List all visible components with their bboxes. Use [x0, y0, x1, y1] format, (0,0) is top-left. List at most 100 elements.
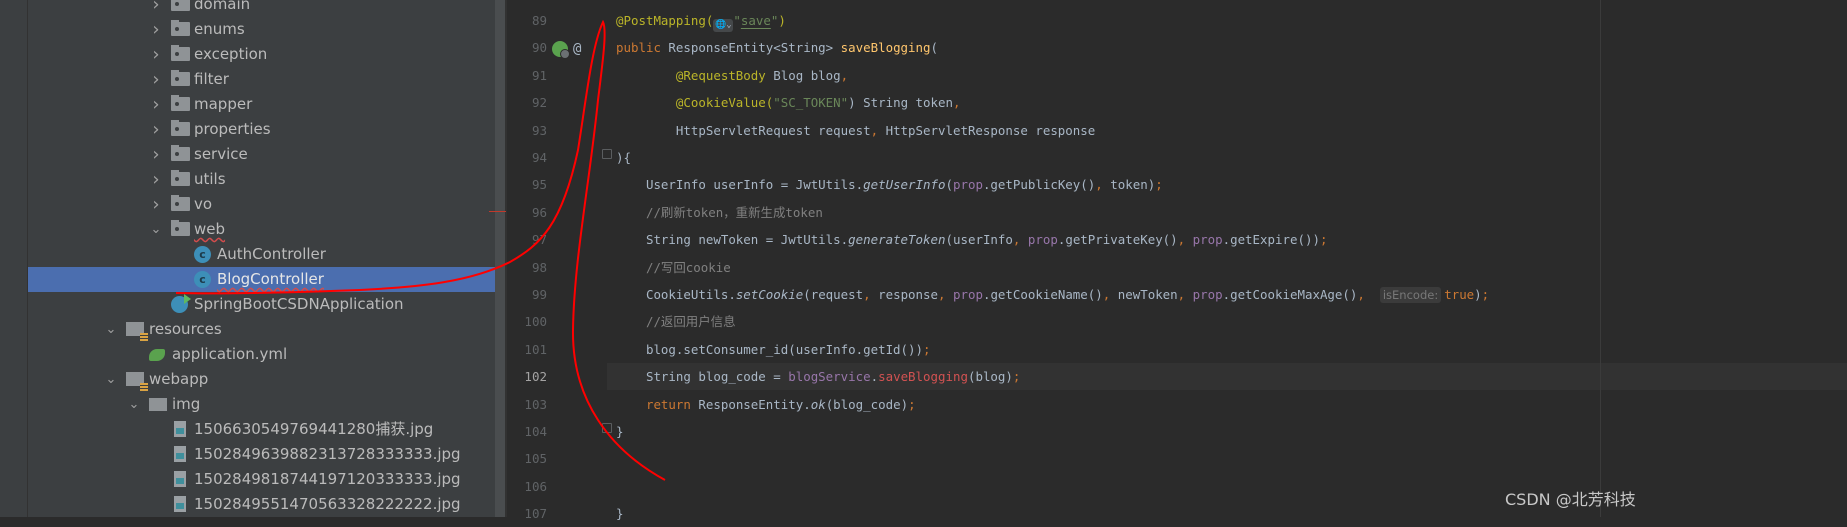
- code-token: return: [645, 396, 699, 412]
- project-tree-scrollbar[interactable]: [495, 0, 505, 517]
- code-line-content: CookieUtils.setCookie(request, response,…: [616, 281, 1489, 309]
- tree-item[interactable]: ⌄ resources: [28, 317, 495, 342]
- code-line[interactable]: //返回用户信息: [607, 308, 1847, 335]
- resources-folder-icon: [126, 322, 148, 341]
- line-number: 101: [524, 341, 547, 357]
- code-token: ,: [1102, 287, 1118, 302]
- tree-item[interactable]: › vo: [28, 192, 495, 217]
- code-line-content: //刷新token，重新生成token: [616, 199, 823, 226]
- code-line[interactable]: blog.setConsumer_id(userInfo.getId());: [607, 336, 1847, 363]
- spring-bean-icon[interactable]: [552, 41, 570, 59]
- editor-gutter[interactable]: 89 90 91 92 93 94 95 96 97 98 99 100 101 102 103 104 105…: [507, 0, 607, 521]
- line-number: 89: [531, 13, 547, 28]
- code-token: prop: [953, 287, 983, 302]
- code-line[interactable]: ){: [607, 144, 1847, 171]
- code-line-content: @RequestBody Blog blog,: [616, 62, 848, 89]
- chevron-right-icon[interactable]: ›: [149, 17, 163, 42]
- resources-folder-icon: [126, 372, 148, 391]
- code-line-content: }: [616, 418, 624, 445]
- code-line[interactable]: [607, 445, 1847, 472]
- image-file-icon: [174, 471, 186, 487]
- code-line[interactable]: @RequestBody Blog blog,: [607, 62, 1847, 89]
- tree-item[interactable]: › mapper: [28, 92, 495, 117]
- package-folder-icon: [171, 195, 190, 211]
- code-line[interactable]: HttpServletRequest request, HttpServletR…: [607, 117, 1847, 144]
- chevron-right-icon[interactable]: ›: [149, 0, 163, 17]
- code-line-content: HttpServletRequest request, HttpServletR…: [616, 117, 1095, 144]
- chevron-right-icon[interactable]: ›: [149, 117, 163, 142]
- code-line-content: //写回cookie: [616, 254, 731, 281]
- code-token: Blog blog: [765, 67, 841, 83]
- tree-item[interactable]: application.yml: [28, 342, 495, 367]
- package-folder-icon: [171, 145, 190, 161]
- chevron-right-icon[interactable]: ›: [149, 167, 163, 192]
- tree-item[interactable]: ⌄ webapp: [28, 367, 495, 392]
- code-token: ){: [616, 150, 631, 165]
- tree-item[interactable]: 1502849639882313728333333.jpg: [28, 442, 495, 467]
- code-token: ,: [1012, 232, 1028, 248]
- spring-yml-icon: [149, 349, 165, 361]
- chevron-right-icon[interactable]: ›: [149, 142, 163, 167]
- tree-item[interactable]: c BlogController: [28, 267, 495, 292]
- code-token: generateToken: [848, 232, 946, 248]
- tree-item[interactable]: › utils: [28, 167, 495, 192]
- chevron-down-icon[interactable]: ⌄: [149, 217, 163, 242]
- url-globe-icon[interactable]: 🌐⌄: [713, 19, 734, 32]
- code-token: UserInfo userInfo = JwtUtils.: [616, 177, 864, 193]
- line-number: 95: [531, 177, 547, 193]
- tree-item[interactable]: SpringBootCSDNApplication: [28, 292, 495, 317]
- package-folder-icon: [171, 170, 190, 186]
- code-line[interactable]: //刷新token，重新生成token: [607, 199, 1847, 226]
- tree-item[interactable]: ⌄ web: [28, 217, 495, 242]
- tree-item[interactable]: › exception: [28, 42, 495, 67]
- code-line[interactable]: @PostMapping(🌐⌄ "save"): [607, 7, 1847, 34]
- code-line-content: UserInfo userInfo = JwtUtils.getUserInfo…: [616, 171, 1163, 198]
- chevron-right-icon[interactable]: ›: [149, 67, 163, 92]
- tree-item-label: mapper: [194, 95, 253, 113]
- code-line[interactable]: @CookieValue("SC_TOKEN") String token,: [607, 89, 1847, 116]
- code-line[interactable]: }: [607, 500, 1847, 527]
- tree-item[interactable]: 1502849551470563328222222.jpg: [28, 492, 495, 517]
- code-token: String blog_code =: [616, 369, 789, 385]
- tree-item[interactable]: 1502849818744197120333333.jpg: [28, 467, 495, 492]
- line-number: 104: [524, 424, 547, 439]
- code-line[interactable]: //写回cookie: [607, 254, 1847, 281]
- code-line[interactable]: String blog_code = blogService.saveBlogg…: [607, 363, 1847, 391]
- tree-item-label: exception: [194, 45, 268, 63]
- tree-item[interactable]: 1506630549769441280捕获.jpg: [28, 417, 495, 442]
- chevron-down-icon[interactable]: ⌄: [104, 367, 118, 392]
- code-line[interactable]: return ResponseEntity.ok(blog_code);: [607, 391, 1847, 418]
- code-token: HttpServletResponse response: [885, 122, 1096, 138]
- chevron-down-icon[interactable]: ⌄: [127, 392, 141, 417]
- tree-item[interactable]: › enums: [28, 17, 495, 42]
- code-token: ;: [1481, 287, 1490, 302]
- code-line[interactable]: public ResponseEntity<String> saveBloggi…: [607, 34, 1847, 61]
- at-mapping-icon[interactable]: @: [573, 37, 581, 61]
- chevron-right-icon[interactable]: ›: [149, 192, 163, 217]
- chevron-down-icon[interactable]: ⌄: [104, 317, 118, 342]
- chevron-right-icon[interactable]: ›: [149, 92, 163, 117]
- code-token: ;: [1155, 177, 1163, 193]
- tree-item[interactable]: › filter: [28, 67, 495, 92]
- code-token: .getPublicKey(): [982, 177, 1096, 193]
- tree-item[interactable]: › properties: [28, 117, 495, 142]
- code-token: .getExpire()): [1222, 232, 1320, 248]
- code-token: .: [870, 369, 879, 385]
- tree-item[interactable]: › service: [28, 142, 495, 167]
- project-tree[interactable]: › domain › enums › exception › filter › mapper › pr…: [28, 0, 495, 517]
- code-line[interactable]: }: [607, 418, 1847, 445]
- code-line[interactable]: UserInfo userInfo = JwtUtils.getUserInfo…: [607, 171, 1847, 198]
- code-token: ResponseEntity<String>: [668, 40, 841, 56]
- code-line[interactable]: String newToken = JwtUtils.generateToken…: [607, 226, 1847, 253]
- tree-item[interactable]: ⌄ img: [28, 392, 495, 417]
- tree-item-label: AuthController: [217, 245, 326, 263]
- tree-item[interactable]: c AuthController: [28, 242, 495, 267]
- chevron-right-icon[interactable]: ›: [149, 42, 163, 67]
- code-line[interactable]: CookieUtils.setCookie(request, response,…: [607, 281, 1847, 308]
- tree-item[interactable]: › domain: [28, 0, 495, 17]
- code-line[interactable]: [607, 473, 1847, 500]
- code-editor[interactable]: @PostMapping(🌐⌄ "save") public ResponseEnt…: [607, 0, 1847, 521]
- tree-item-label: application.yml: [172, 345, 288, 363]
